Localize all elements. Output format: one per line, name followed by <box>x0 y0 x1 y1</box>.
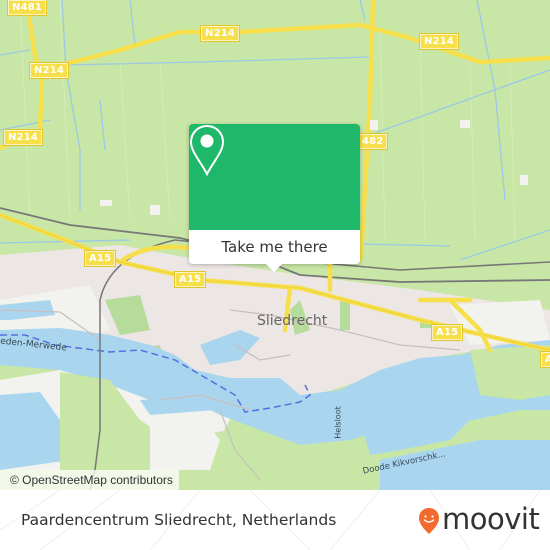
moovit-smile-pin-icon <box>419 508 439 534</box>
city-label-sliedrecht: Sliedrecht <box>257 313 328 329</box>
popup-pointer <box>265 263 283 272</box>
map-view[interactable]: N481 N214 N214 N214 N214 482 A15 A15 A15… <box>0 0 550 490</box>
street-label-helsloot: Helsloot <box>333 406 343 439</box>
road-shield-n214: N214 <box>2 129 44 146</box>
road-shield-a15: A15 <box>173 271 207 288</box>
moovit-logo[interactable]: moovit <box>418 502 540 536</box>
road-shield-a15: A15 <box>430 324 464 341</box>
location-title: Paardencentrum Sliedrecht, Netherlands <box>21 511 337 529</box>
road-shield-n481: N481 <box>6 0 48 16</box>
road-shield-a15: A15 <box>83 250 117 267</box>
road-shield-n214: N214 <box>199 25 241 42</box>
popup-header <box>189 124 360 230</box>
road-shield-a1: A1 <box>539 351 550 368</box>
map-pin-icon <box>189 124 225 176</box>
road-shield-n214: N214 <box>28 62 70 79</box>
location-popup: Take me there <box>189 124 360 272</box>
road-shield-482: 482 <box>356 133 389 150</box>
take-me-there-button[interactable]: Take me there <box>189 230 360 264</box>
osm-attribution[interactable]: © OpenStreetMap contributors <box>0 470 179 490</box>
road-shield-n214: N214 <box>418 33 460 50</box>
footer-bar: Paardencentrum Sliedrecht, Netherlands m… <box>0 490 550 550</box>
moovit-wordmark: moovit <box>442 502 540 536</box>
